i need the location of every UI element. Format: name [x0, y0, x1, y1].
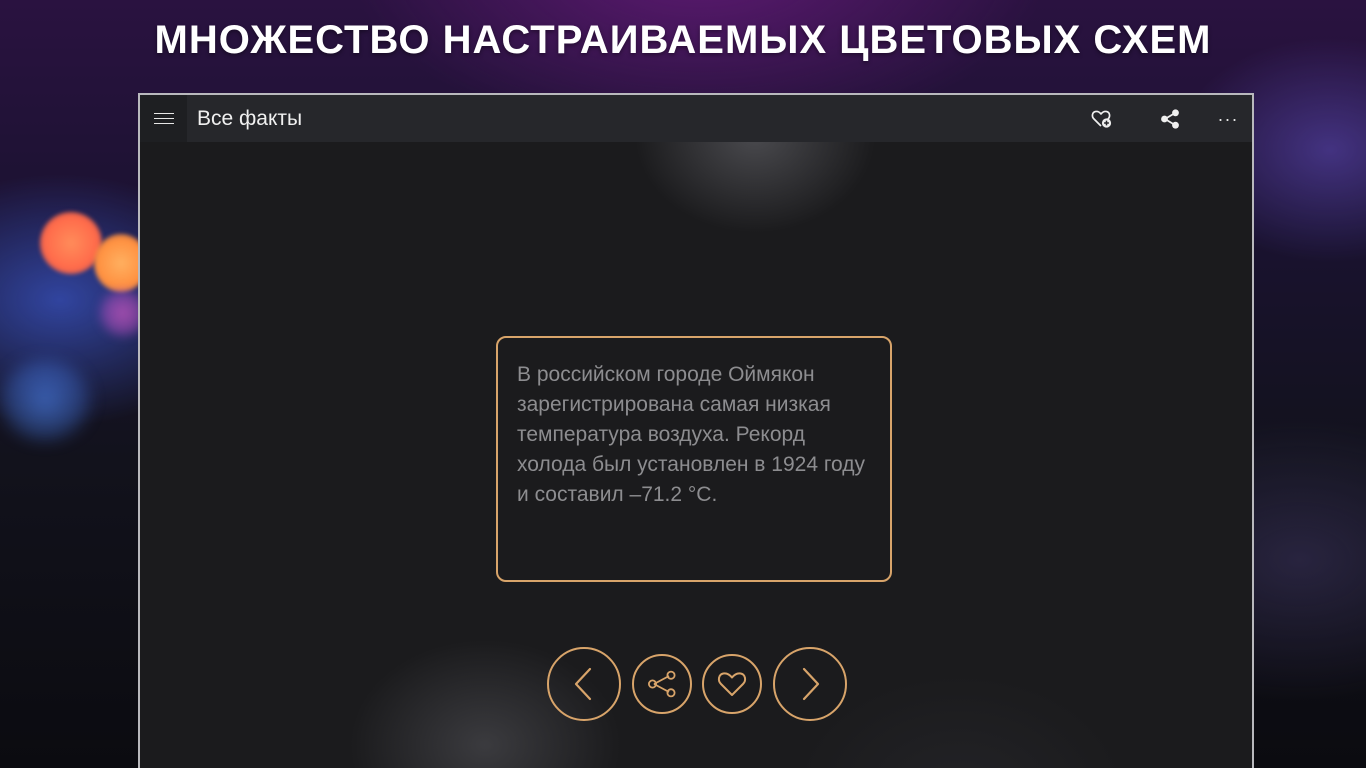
bokeh-light: [0, 360, 90, 440]
title-bar: Все факты ···: [140, 95, 1252, 142]
menu-button[interactable]: [140, 95, 187, 142]
fact-card: В российском городе Оймякон зарегистриро…: [496, 336, 892, 582]
hamburger-icon: [153, 112, 174, 125]
share-icon: [648, 670, 676, 698]
more-button[interactable]: ···: [1208, 99, 1248, 139]
promo-headline: МНОЖЕСТВО НАСТРАИВАЕМЫХ ЦВЕТОВЫХ СХЕМ: [154, 18, 1212, 62]
share-button[interactable]: [1150, 99, 1190, 139]
app-window: Все факты ··· В российском городе Оймяко…: [138, 93, 1254, 768]
previous-fact-button[interactable]: [547, 647, 621, 721]
chevron-right-icon: [802, 667, 820, 701]
favorites-button[interactable]: [1082, 99, 1122, 139]
heart-icon: [717, 672, 747, 696]
heart-list-icon: [1091, 110, 1112, 128]
fact-text: В российском городе Оймякон зарегистриро…: [517, 363, 866, 506]
more-icon: ···: [1217, 108, 1239, 129]
like-button[interactable]: [702, 654, 762, 714]
bokeh-light: [40, 212, 102, 274]
share-icon: [1161, 109, 1179, 129]
chevron-left-icon: [574, 667, 592, 701]
share-fact-button[interactable]: [632, 654, 692, 714]
page-title: Все факты: [197, 107, 303, 130]
next-fact-button[interactable]: [773, 647, 847, 721]
